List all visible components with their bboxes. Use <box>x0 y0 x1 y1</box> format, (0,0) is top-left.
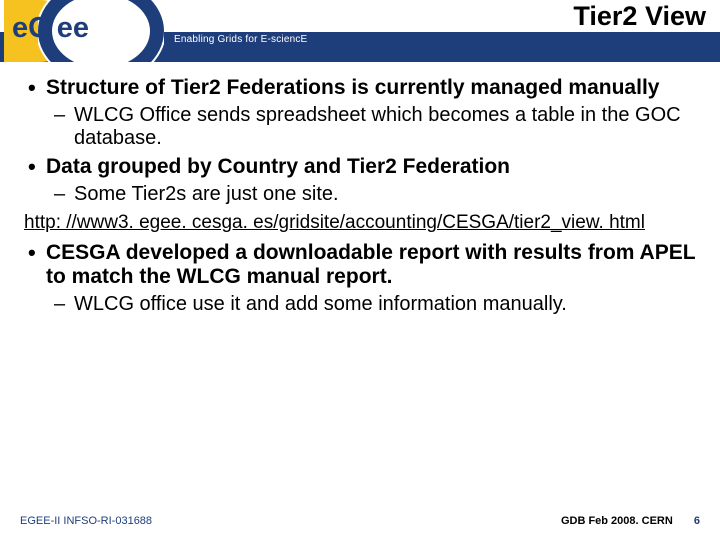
footer-right: GDB Feb 2008. CERN 6 <box>561 515 700 527</box>
bullet-text: CESGA developed a downloadable report wi… <box>46 241 695 289</box>
bullet-l1: CESGA developed a downloadable report wi… <box>24 241 696 317</box>
url-link[interactable]: http: //www3. egee. cesga. es/gridsite/a… <box>24 212 696 234</box>
slide: eGee Tier2 View Enabling Grids for E-sci… <box>0 0 720 540</box>
footer-venue: GDB Feb 2008. CERN <box>561 515 673 527</box>
page-number: 6 <box>694 515 700 527</box>
bullet-text: WLCG office use it and add some informat… <box>74 293 567 315</box>
footer: EGEE-II INFSO-RI-031688 GDB Feb 2008. CE… <box>0 510 720 540</box>
header: eGee Tier2 View Enabling Grids for E-sci… <box>0 0 720 62</box>
bullet-l1: Structure of Tier2 Federations is curren… <box>24 76 696 151</box>
url-text: http: //www3. egee. cesga. es/gridsite/a… <box>24 212 645 233</box>
bullet-text: Structure of Tier2 Federations is curren… <box>46 76 659 99</box>
tagline: Enabling Grids for E-sciencE <box>174 34 307 45</box>
content: Structure of Tier2 Federations is curren… <box>0 62 720 510</box>
bullet-l2: WLCG Office sends spreadsheet which beco… <box>50 104 696 151</box>
bullet-l2: WLCG office use it and add some informat… <box>50 293 696 317</box>
slide-title: Tier2 View <box>573 1 720 32</box>
title-bar: Tier2 View <box>573 0 720 32</box>
bullet-l2: Some Tier2s are just one site. <box>50 183 696 207</box>
footer-left: EGEE-II INFSO-RI-031688 <box>20 515 152 527</box>
bullet-l1: Data grouped by Country and Tier2 Federa… <box>24 155 696 206</box>
egee-logo: eGee <box>4 0 169 62</box>
bullet-text: Some Tier2s are just one site. <box>74 183 339 205</box>
bullet-text: WLCG Office sends spreadsheet which beco… <box>74 104 681 150</box>
bullet-text: Data grouped by Country and Tier2 Federa… <box>46 155 510 178</box>
